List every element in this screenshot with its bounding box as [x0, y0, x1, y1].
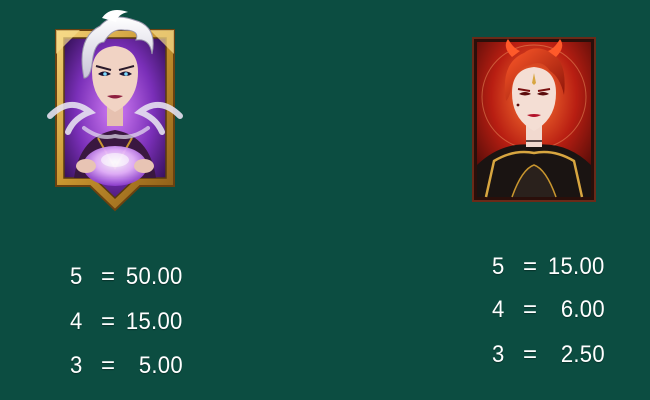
pay-equals: = [101, 263, 116, 290]
red-queen-symbol-icon [472, 37, 596, 202]
pay-row: 3 = 2.50 [492, 343, 605, 371]
pay-value: 2.50 [560, 341, 605, 368]
pay-row: 4 = 6.00 [492, 298, 605, 326]
pay-count: 3 [70, 352, 83, 379]
pay-value: 15.00 [126, 308, 183, 335]
pay-count: 5 [70, 263, 83, 290]
red-queen-paytable: 5 = 15.00 4 = 6.00 3 = 2.50 [492, 255, 605, 375]
pay-count: 4 [70, 308, 83, 335]
pay-equals: = [101, 352, 116, 379]
pay-equals: = [523, 253, 538, 280]
sorceress-paytable: 5 = 50.00 4 = 15.00 3 = 5.00 [70, 265, 183, 385]
pay-row: 3 = 5.00 [70, 354, 183, 382]
pay-row: 5 = 15.00 [492, 255, 605, 283]
pay-count: 4 [492, 296, 505, 323]
pay-row: 5 = 50.00 [70, 265, 183, 293]
pay-count: 5 [492, 253, 505, 280]
pay-row: 4 = 15.00 [70, 310, 183, 338]
pay-equals: = [523, 341, 538, 368]
pay-value: 15.00 [548, 253, 605, 280]
pay-equals: = [101, 308, 116, 335]
pay-value: 6.00 [560, 296, 605, 323]
pay-count: 3 [492, 341, 505, 368]
pay-equals: = [523, 296, 538, 323]
pay-value: 50.00 [126, 263, 183, 290]
sorceress-symbol-icon [40, 8, 190, 218]
pay-value: 5.00 [138, 352, 183, 379]
